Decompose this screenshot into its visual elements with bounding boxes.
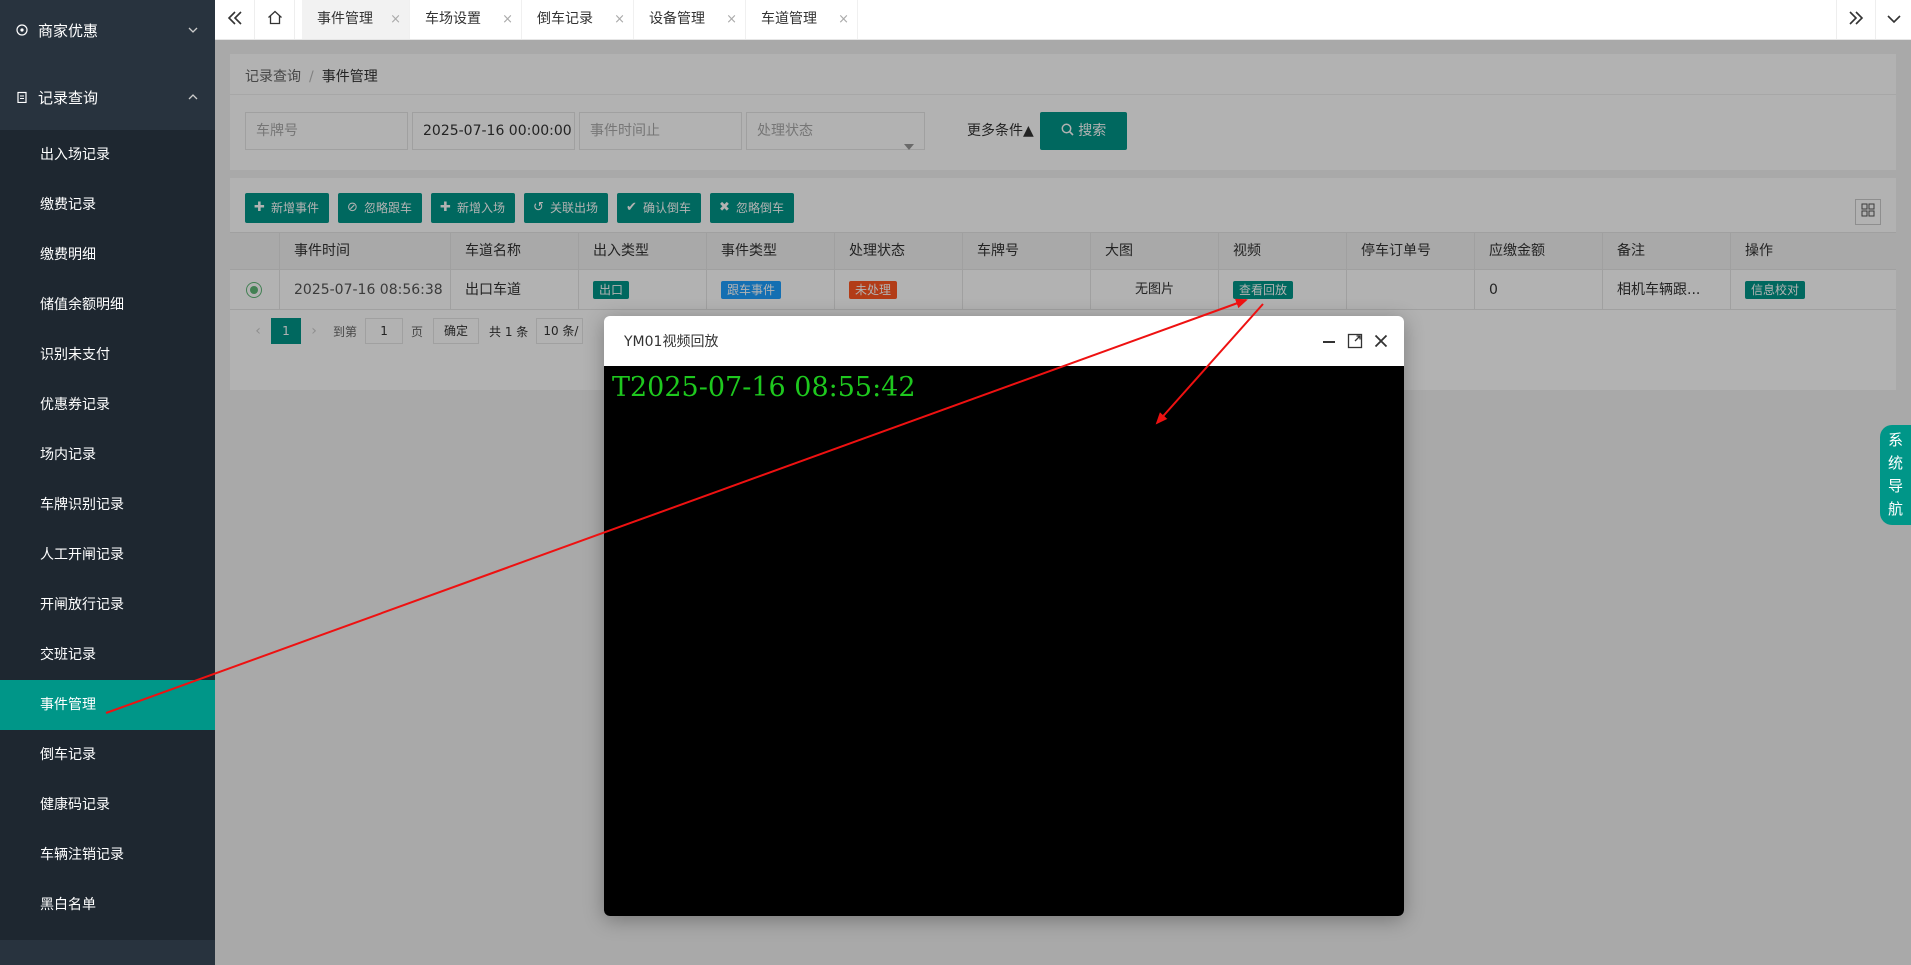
arrow-playback-to-video	[1155, 303, 1264, 425]
annotation-arrows	[105, 298, 1264, 714]
arrow-sidebar-to-playback	[105, 298, 1248, 714]
